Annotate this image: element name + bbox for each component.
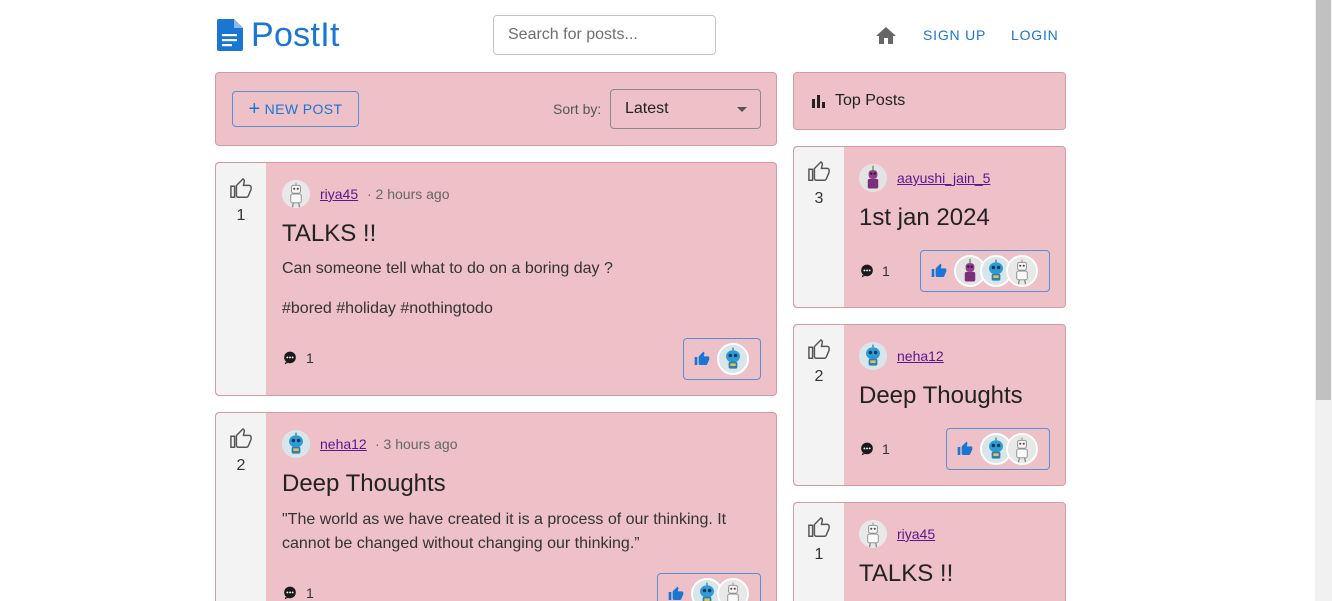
post-title[interactable]: Deep Thoughts — [282, 470, 446, 498]
login-link[interactable]: LOGIN — [1011, 26, 1059, 44]
vote-count: 1 — [236, 207, 246, 224]
comment-count: 1 — [882, 441, 890, 457]
top-post-card: 2 neha12 Deep Thoughts 1 — [793, 324, 1066, 486]
vote-count: 3 — [814, 190, 824, 207]
avatar — [859, 342, 887, 370]
post-card: 2 neha12 · 3 hours ago Deep Thoughts "Th… — [215, 412, 777, 601]
document-icon — [217, 19, 243, 51]
feed-toolbar: + NEW POST Sort by: Latest — [215, 72, 777, 146]
vote-column: 1 — [216, 163, 266, 395]
sort-select[interactable]: Latest — [610, 89, 761, 129]
sort-label: Sort by: — [553, 101, 602, 117]
post-username[interactable]: riya45 — [320, 186, 358, 202]
thumb-up-icon[interactable] — [808, 517, 830, 539]
comment-count: 1 — [306, 350, 314, 366]
bar-chart-icon — [812, 95, 825, 108]
post-title[interactable]: Deep Thoughts — [859, 382, 1023, 410]
new-post-label: NEW POST — [264, 101, 343, 117]
thumb-up-icon[interactable] — [230, 178, 252, 200]
avatar — [859, 520, 887, 548]
liked-by-box[interactable] — [946, 428, 1050, 470]
plus-icon: + — [248, 98, 261, 120]
comment-icon[interactable] — [860, 442, 874, 456]
vote-column: 2 — [216, 413, 266, 601]
post-username[interactable]: neha12 — [320, 436, 367, 452]
signup-link[interactable]: SIGN UP — [923, 26, 986, 44]
liked-by-box[interactable] — [657, 573, 761, 601]
post-time: · 2 hours ago — [367, 186, 450, 202]
comment-icon[interactable] — [283, 586, 297, 600]
thumb-up-icon[interactable] — [808, 339, 830, 361]
comment-count: 1 — [882, 263, 890, 279]
new-post-button[interactable]: + NEW POST — [232, 91, 359, 127]
top-posts-header: Top Posts — [793, 72, 1066, 130]
post-title[interactable]: TALKS !! — [859, 560, 953, 588]
post-username[interactable]: riya45 — [897, 526, 935, 542]
post-username[interactable]: neha12 — [897, 348, 944, 364]
top-posts-title: Top Posts — [835, 92, 906, 109]
scrollbar-thumb[interactable] — [1316, 0, 1331, 400]
top-post-card: 3 aayushi_jain_5 1st jan 2024 1 — [793, 146, 1066, 308]
sort-value: Latest — [625, 100, 669, 117]
vote-count: 2 — [814, 368, 824, 385]
liked-by-box[interactable] — [683, 338, 761, 380]
vote-column: 3 — [794, 147, 844, 307]
post-username[interactable]: aayushi_jain_5 — [897, 170, 990, 186]
home-icon[interactable] — [874, 24, 898, 48]
scrollbar-track[interactable] — [1315, 0, 1332, 601]
thumb-up-icon — [931, 263, 947, 279]
thumb-up-icon[interactable] — [808, 161, 830, 183]
liker-avatar — [1006, 255, 1038, 287]
post-body: Can someone tell what to do on a boring … — [282, 260, 613, 277]
vote-column: 2 — [794, 325, 844, 485]
avatar — [859, 164, 887, 192]
comment-icon[interactable] — [283, 351, 297, 365]
avatar — [282, 430, 310, 458]
post-time: · 3 hours ago — [375, 436, 458, 452]
liker-avatar — [1006, 433, 1038, 465]
thumb-up-icon — [668, 586, 684, 601]
thumb-up-icon — [694, 351, 710, 367]
liker-avatar — [717, 343, 749, 375]
post-title[interactable]: TALKS !! — [282, 220, 376, 248]
avatar — [282, 180, 310, 208]
top-post-card: 1 riya45 TALKS !! — [793, 502, 1066, 601]
post-tags: #bored #holiday #nothingtodo — [282, 300, 493, 317]
post-title[interactable]: 1st jan 2024 — [859, 204, 990, 232]
search-input[interactable] — [493, 15, 716, 55]
liked-by-box[interactable] — [920, 250, 1050, 292]
post-body: "The world as we have created it is a pr… — [282, 511, 727, 552]
post-card: 1 riya45 · 2 hours ago TALKS !! Can some… — [215, 162, 777, 396]
liker-avatar — [717, 578, 749, 601]
vote-column: 1 — [794, 503, 844, 601]
app-logo[interactable]: PostIt — [217, 16, 340, 54]
app-name: PostIt — [251, 16, 340, 54]
vote-count: 1 — [814, 546, 824, 563]
thumb-up-icon[interactable] — [230, 428, 252, 450]
comment-icon[interactable] — [860, 264, 874, 278]
vote-count: 2 — [236, 457, 246, 474]
dropdown-caret-icon — [737, 107, 747, 112]
comment-count: 1 — [306, 585, 314, 601]
thumb-up-icon — [957, 441, 973, 457]
